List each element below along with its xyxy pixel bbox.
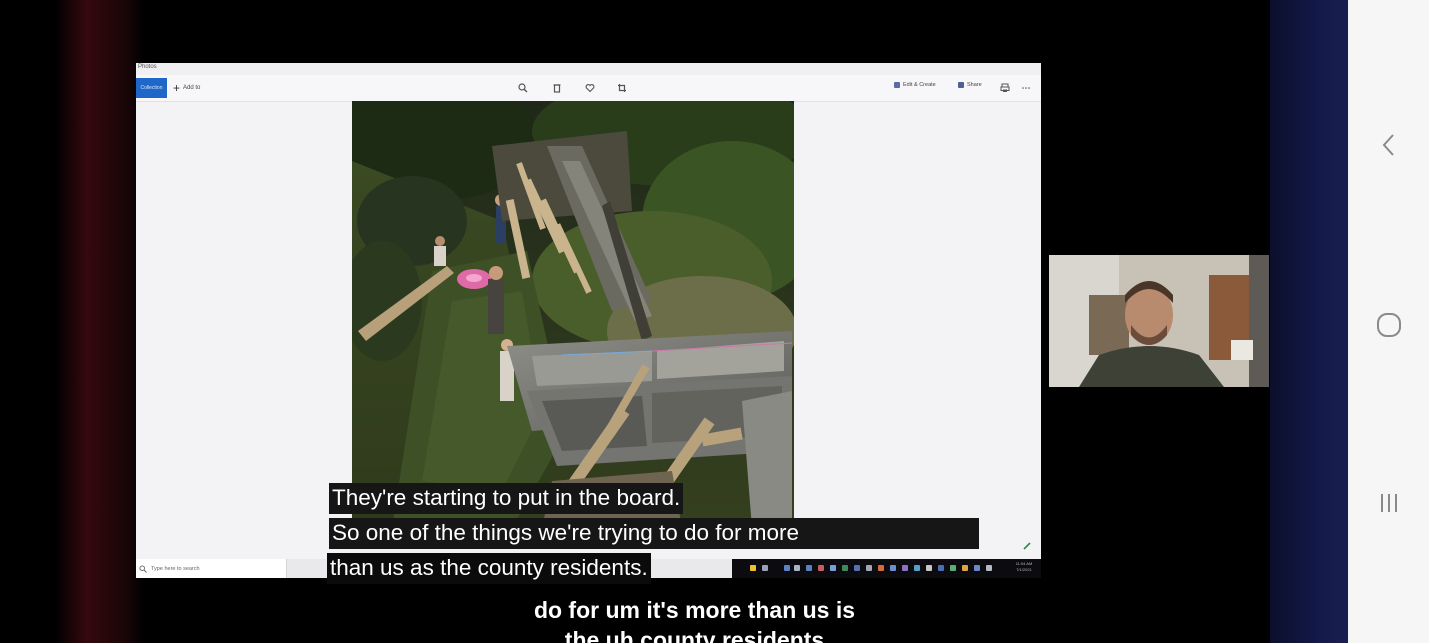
taskbar-app-icon[interactable] — [878, 565, 884, 571]
taskbar-app-icon[interactable] — [830, 565, 836, 571]
taskbar-app-icon[interactable] — [962, 565, 968, 571]
left-edge-glow — [55, 0, 145, 643]
crop-icon[interactable] — [616, 82, 628, 94]
share-icon — [958, 82, 964, 88]
live-caption-line: do for um it's more than us is — [533, 597, 856, 623]
taskbar-app-icon[interactable] — [950, 565, 956, 571]
delete-icon[interactable] — [551, 82, 563, 94]
video-caption-line: than us as the county residents. — [327, 553, 651, 584]
add-to-label: Add to — [183, 85, 201, 91]
home-icon[interactable] — [1348, 295, 1429, 355]
taskbar-app-icon[interactable] — [974, 565, 980, 571]
taskbar-app-icon[interactable] — [818, 565, 824, 571]
edit-create-button[interactable]: Edit & Create — [894, 82, 936, 88]
video-caption-line: They're starting to put in the board. — [329, 483, 684, 514]
android-navigation-bar — [1348, 0, 1429, 643]
taskbar-app-tray: 11:04 AM 7/1/2021 — [732, 559, 1041, 578]
live-caption-line: the uh county residents — [564, 627, 825, 643]
viewer-photo — [352, 101, 794, 528]
taskbar-search-box[interactable]: Type here to search — [136, 559, 287, 578]
more-icon[interactable] — [1020, 82, 1032, 94]
search-icon — [138, 564, 148, 574]
taskbar-app-icon[interactable] — [926, 565, 932, 571]
app-title: Photos — [138, 64, 157, 70]
live-caption: do for um it's more than us is the uh co… — [0, 595, 1429, 643]
recents-icon[interactable] — [1348, 473, 1429, 533]
pen-icon[interactable] — [1021, 540, 1033, 552]
speaker-video-tile[interactable] — [1049, 255, 1269, 387]
taskbar-app-icon[interactable] — [794, 565, 800, 571]
taskbar-search-placeholder: Type here to search — [151, 565, 200, 572]
taskbar-app-icon[interactable] — [914, 565, 920, 571]
taskbar-app-icon[interactable] — [762, 565, 768, 571]
edit-create-icon — [894, 82, 900, 88]
video-caption-line: So one of the things we're trying to do … — [329, 518, 979, 549]
app-titlebar: Photos — [136, 63, 1041, 75]
taskbar-clock[interactable]: 11:04 AM 7/1/2021 — [1010, 561, 1038, 573]
edit-create-label: Edit & Create — [903, 82, 936, 88]
taskbar-app-icon[interactable] — [750, 565, 756, 571]
taskbar-app-icon[interactable] — [938, 565, 944, 571]
video-call-screen: Photos Collection + Add to Edit & Create… — [0, 0, 1429, 643]
share-button[interactable]: Share — [958, 82, 982, 88]
add-to-button[interactable]: + Add to — [173, 80, 200, 96]
taskbar-app-icon[interactable] — [866, 565, 872, 571]
taskbar-app-icon[interactable] — [842, 565, 848, 571]
taskbar-app-icon[interactable] — [784, 565, 790, 571]
taskbar-app-icon[interactable] — [890, 565, 896, 571]
taskbar-app-icon[interactable] — [986, 565, 992, 571]
taskbar-app-icon[interactable] — [902, 565, 908, 571]
taskbar-app-icon[interactable] — [806, 565, 812, 571]
right-edge-band — [1270, 0, 1348, 643]
back-icon[interactable] — [1348, 115, 1429, 175]
plus-icon: + — [173, 81, 181, 95]
taskbar-app-icon[interactable] — [854, 565, 860, 571]
taskbar-date: 7/1/2021 — [1016, 567, 1032, 572]
collection-button[interactable]: Collection — [136, 78, 167, 98]
share-label: Share — [967, 82, 982, 88]
favorite-icon[interactable] — [584, 82, 596, 94]
print-icon[interactable] — [999, 82, 1011, 94]
app-toolbar: Collection + Add to Edit & Create Share — [136, 75, 1041, 102]
zoom-in-icon[interactable] — [517, 82, 529, 94]
